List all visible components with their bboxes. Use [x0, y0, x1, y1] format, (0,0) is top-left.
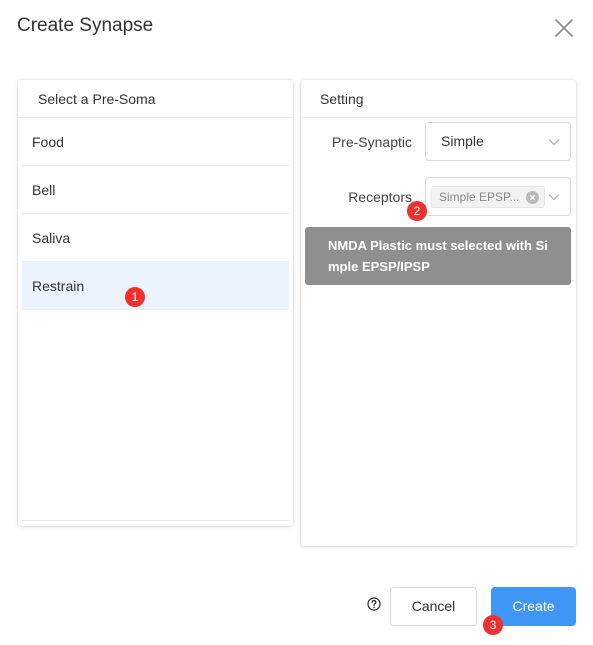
list-item-restrain[interactable]: Restrain: [22, 262, 289, 310]
receptor-tag: Simple EPSP...: [431, 186, 545, 208]
cancel-button[interactable]: Cancel: [390, 587, 477, 626]
setting-panel-header: Setting: [301, 80, 576, 118]
chevron-down-icon: [548, 139, 560, 146]
pre-soma-panel-header: Select a Pre-Soma: [18, 80, 293, 118]
receptor-tag-label: Simple EPSP...: [439, 190, 520, 204]
dialog-title: Create Synapse: [17, 15, 154, 36]
pre-synaptic-label: Pre-Synaptic: [331, 134, 412, 150]
pre-synaptic-select[interactable]: Simple: [425, 122, 571, 161]
list-item-label: Bell: [32, 182, 56, 198]
question-circle-icon[interactable]: [367, 597, 381, 611]
list-item-food[interactable]: Food: [22, 118, 289, 166]
list-item-label: Restrain: [32, 278, 85, 294]
close-icon[interactable]: [552, 16, 576, 40]
pre-synaptic-value: Simple: [441, 133, 484, 149]
step-marker-3: 3: [483, 615, 503, 635]
validation-tooltip: NMDA Plastic must selected with Simple E…: [305, 227, 571, 285]
list-item-bell[interactable]: Bell: [22, 166, 289, 214]
receptors-select[interactable]: Simple EPSP...: [425, 177, 571, 216]
list-item-label: Food: [32, 134, 64, 150]
pre-soma-panel: Select a Pre-Soma Food Bell Saliva Restr…: [18, 80, 293, 526]
list-item-saliva[interactable]: Saliva: [22, 214, 289, 262]
pre-soma-list: Food Bell Saliva Restrain: [18, 118, 293, 310]
receptors-label: Receptors: [348, 189, 412, 205]
chevron-down-icon: [548, 194, 560, 201]
step-marker-1: 1: [125, 287, 145, 307]
tag-remove-icon[interactable]: [526, 191, 539, 204]
create-button[interactable]: Create: [491, 587, 576, 626]
divider: [22, 520, 289, 521]
step-marker-2: 2: [407, 201, 427, 221]
list-item-label: Saliva: [32, 230, 71, 246]
